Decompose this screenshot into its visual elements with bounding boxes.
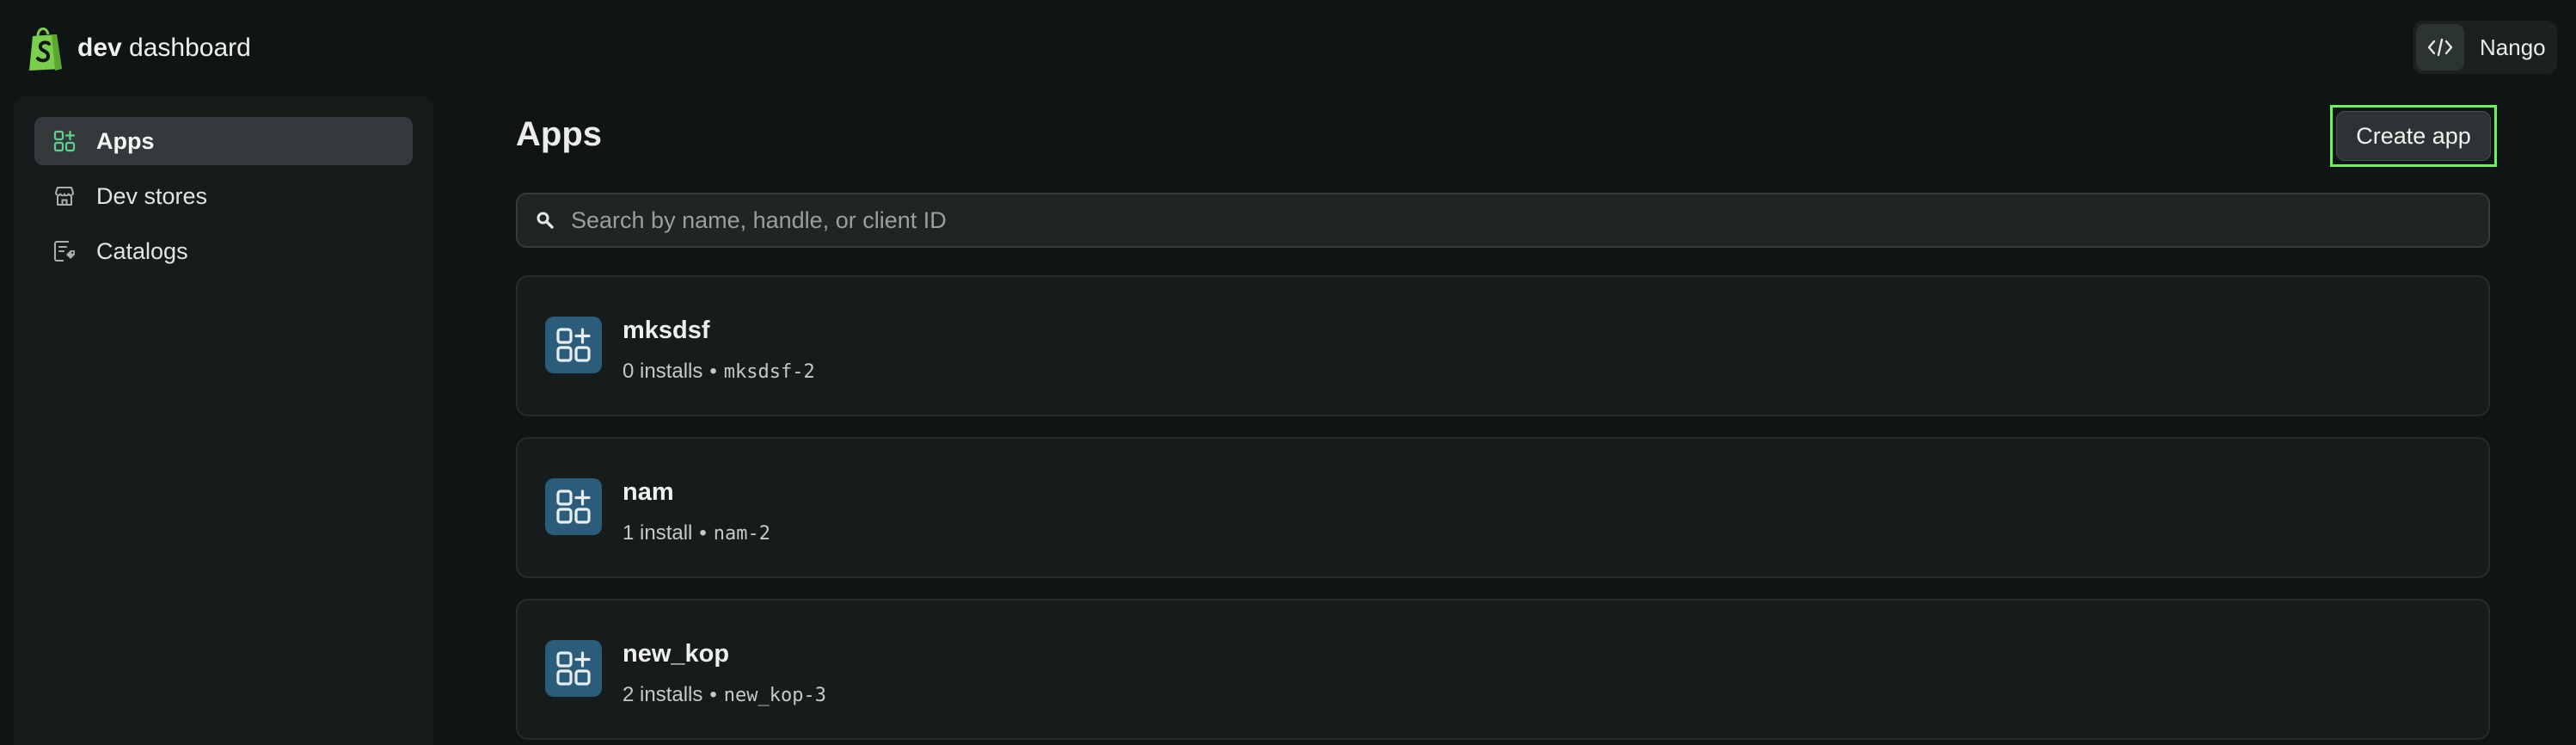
store-icon bbox=[50, 182, 79, 211]
app-handle: nam-2 bbox=[713, 522, 771, 545]
org-name: Nango bbox=[2480, 34, 2546, 60]
app-name: mksdsf bbox=[623, 317, 710, 344]
app-card-new-kop[interactable]: new_kop 2 installs • new_kop-3 bbox=[516, 599, 2490, 740]
search-input[interactable] bbox=[571, 194, 2488, 246]
app-grid-icon bbox=[545, 478, 602, 535]
app-grid-icon bbox=[545, 317, 602, 373]
app-meta: 1 install • nam-2 bbox=[623, 521, 770, 545]
app-meta: 0 installs • mksdsf-2 bbox=[623, 360, 815, 384]
app-handle: new_kop-3 bbox=[723, 684, 826, 706]
org-switcher[interactable]: Nango bbox=[2413, 21, 2557, 74]
catalog-icon bbox=[50, 237, 79, 266]
sidebar-item-dev-stores[interactable]: Dev stores bbox=[34, 172, 413, 220]
brand[interactable]: dev dashboard bbox=[26, 24, 251, 72]
meta-separator: • bbox=[709, 360, 717, 383]
meta-separator: • bbox=[699, 521, 707, 545]
app-name: nam bbox=[623, 478, 674, 506]
search-icon bbox=[537, 212, 554, 229]
create-app-button[interactable]: Create app bbox=[2336, 111, 2491, 161]
sidebar-item-label: Apps bbox=[96, 127, 155, 154]
sidebar-item-catalogs[interactable]: Catalogs bbox=[34, 227, 413, 275]
search-bar[interactable] bbox=[516, 193, 2490, 248]
app-meta: 2 installs • new_kop-3 bbox=[623, 683, 826, 707]
sidebar-item-apps[interactable]: Apps bbox=[34, 117, 413, 165]
sidebar: Apps Dev stores Catalogs bbox=[14, 96, 433, 745]
apps-grid-icon bbox=[50, 126, 79, 156]
brand-title: dev dashboard bbox=[77, 34, 251, 62]
app-handle: mksdsf-2 bbox=[723, 360, 815, 383]
meta-separator: • bbox=[709, 683, 717, 706]
code-icon bbox=[2416, 24, 2464, 71]
app-card-nam[interactable]: nam 1 install • nam-2 bbox=[516, 437, 2490, 578]
sidebar-item-label: Dev stores bbox=[96, 182, 208, 209]
page-title: Apps bbox=[516, 115, 602, 153]
app-installs: 1 install bbox=[623, 521, 693, 545]
app-card-mksdsf[interactable]: mksdsf 0 installs • mksdsf-2 bbox=[516, 275, 2490, 416]
sidebar-item-label: Catalogs bbox=[96, 237, 188, 264]
app-grid-icon bbox=[545, 640, 602, 697]
shopify-bag-icon bbox=[29, 28, 62, 71]
top-bar: dev dashboard Nango bbox=[0, 0, 2576, 96]
app-installs: 0 installs bbox=[623, 360, 703, 383]
app-name: new_kop bbox=[623, 640, 730, 668]
create-app-button-highlight[interactable]: Create app bbox=[2330, 105, 2497, 167]
app-installs: 2 installs bbox=[623, 683, 703, 706]
